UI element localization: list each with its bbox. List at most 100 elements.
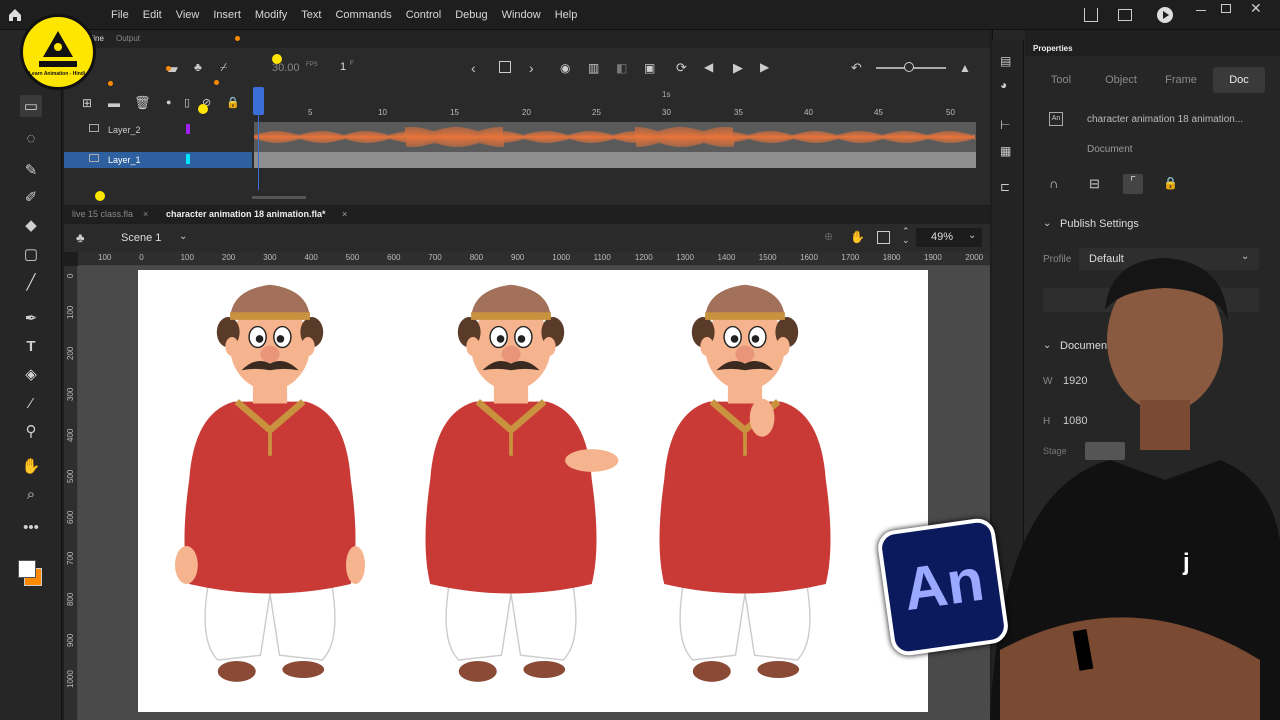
- fit-icon[interactable]: ▲: [959, 61, 971, 75]
- properties-title[interactable]: Properties: [1033, 44, 1073, 53]
- menu-text[interactable]: Text: [294, 9, 328, 21]
- chevron-down-icon: ⌄: [968, 230, 977, 241]
- close-icon[interactable]: ✕: [1250, 0, 1262, 17]
- corner-icon[interactable]: ⌜: [1123, 174, 1143, 194]
- ruler-number: 400: [304, 253, 318, 262]
- doc-tab-inactive[interactable]: live 15 class.fla: [72, 209, 133, 219]
- zoom-slider-handle[interactable]: [904, 62, 914, 72]
- clip-icon[interactable]: [877, 231, 890, 244]
- close-icon[interactable]: ×: [342, 209, 347, 219]
- play-icon[interactable]: ▶: [733, 60, 743, 76]
- align-panel-icon[interactable]: ⊏: [1000, 180, 1010, 194]
- ruler-number: 800: [66, 592, 75, 606]
- stage-canvas[interactable]: [138, 270, 928, 712]
- frame-icon[interactable]: ▣: [644, 61, 655, 75]
- new-layer-icon[interactable]: ⊞: [82, 96, 92, 110]
- onion-skin-icon[interactable]: ◉: [560, 61, 570, 75]
- pin-tool[interactable]: ⚲: [20, 420, 42, 442]
- insert-keyframe-icon[interactable]: [499, 61, 511, 73]
- onion-multi-icon[interactable]: ▥: [588, 61, 599, 75]
- eyedropper-tool[interactable]: ⁄: [20, 392, 42, 414]
- highlight-icon[interactable]: ●: [166, 97, 171, 107]
- share-icon[interactable]: [1084, 8, 1098, 22]
- zoom-stepper[interactable]: ⌃ ⌄: [902, 227, 910, 245]
- align-icon[interactable]: ⊟: [1089, 176, 1100, 192]
- hand-icon[interactable]: ✋: [850, 230, 865, 244]
- prev-keyframe-icon[interactable]: ‹: [471, 60, 476, 76]
- paint-bucket-tool[interactable]: ◈: [20, 363, 42, 385]
- lock-icon[interactable]: 🔒: [226, 96, 240, 109]
- delete-layer-icon[interactable]: 🗑: [134, 95, 151, 111]
- layer-name[interactable]: Layer_1: [108, 155, 141, 165]
- menu-control[interactable]: Control: [399, 9, 448, 21]
- workspace-icon[interactable]: [1118, 9, 1132, 21]
- tab-doc[interactable]: Doc: [1213, 67, 1265, 93]
- menu-window[interactable]: Window: [495, 9, 548, 21]
- layer-row-1[interactable]: Layer_1: [64, 152, 252, 168]
- menu-help[interactable]: Help: [548, 9, 585, 21]
- test-movie-icon[interactable]: [1157, 7, 1173, 23]
- edit-multiple-icon[interactable]: ◧: [616, 61, 627, 75]
- eraser-tool[interactable]: ◆: [20, 214, 42, 236]
- close-icon[interactable]: ×: [143, 209, 148, 219]
- chevron-down-icon[interactable]: ⌄: [179, 231, 187, 242]
- snap-icon[interactable]: ∩: [1049, 176, 1058, 191]
- home-icon[interactable]: [7, 7, 23, 23]
- more-tools-icon[interactable]: •••: [20, 516, 42, 538]
- character-artwork[interactable]: [138, 270, 928, 712]
- brush-tool[interactable]: ✎: [20, 159, 42, 181]
- fill-color-swatch[interactable]: [18, 560, 36, 578]
- layer-icon: [89, 154, 99, 162]
- menu-edit[interactable]: Edit: [136, 9, 169, 21]
- menu-modify[interactable]: Modify: [248, 9, 294, 21]
- center-stage-icon[interactable]: ⊕: [824, 230, 833, 243]
- transform-icon[interactable]: ▦: [1000, 144, 1011, 158]
- line-tool[interactable]: ╱: [20, 271, 42, 293]
- scene-name[interactable]: Scene 1: [121, 232, 161, 244]
- outline-icon[interactable]: ▯: [184, 96, 190, 109]
- step-back-icon[interactable]: ◀: [704, 60, 713, 74]
- tab-output[interactable]: Output: [116, 34, 140, 43]
- graph-icon[interactable]: ⌿: [220, 60, 227, 75]
- rectangle-tool[interactable]: ▢: [20, 243, 42, 265]
- frame-value[interactable]: 1: [340, 61, 346, 73]
- color-icon[interactable]: ◕: [1000, 78, 1007, 92]
- chevron-down-icon[interactable]: ⌄: [1043, 218, 1051, 229]
- loop-icon[interactable]: ⟳: [676, 60, 687, 76]
- menu-view[interactable]: View: [169, 9, 207, 21]
- tab-tool[interactable]: Tool: [1035, 67, 1087, 93]
- undo-icon[interactable]: ↶: [851, 60, 862, 76]
- zoom-field[interactable]: 49% ⌄: [916, 228, 982, 247]
- layer-2-frames[interactable]: [254, 122, 976, 152]
- motion-editor-icon[interactable]: ⊢: [1000, 118, 1010, 132]
- minimize-icon[interactable]: [1196, 10, 1206, 11]
- paint-brush-tool[interactable]: ✐: [20, 186, 42, 208]
- selection-tool[interactable]: ▭: [20, 95, 42, 117]
- new-folder-icon[interactable]: ▬: [108, 96, 120, 110]
- layer-depth-icon[interactable]: ♣: [194, 60, 202, 74]
- layer-row-2[interactable]: Layer_2: [64, 122, 252, 138]
- zoom-tool[interactable]: ⌕: [20, 483, 42, 505]
- menu-insert[interactable]: Insert: [206, 9, 248, 21]
- lock-icon[interactable]: 🔒: [1163, 176, 1178, 190]
- library-icon[interactable]: ▤: [1000, 54, 1011, 68]
- menu-debug[interactable]: Debug: [448, 9, 494, 21]
- lasso-tool[interactable]: ◌: [20, 127, 42, 149]
- next-keyframe-icon[interactable]: ›: [529, 60, 534, 76]
- doc-tab-active[interactable]: character animation 18 animation.fla*: [166, 209, 326, 219]
- step-forward-icon[interactable]: ▶: [760, 60, 769, 74]
- text-tool[interactable]: T: [20, 335, 42, 357]
- playhead[interactable]: [253, 87, 264, 115]
- publish-settings-header[interactable]: Publish Settings: [1060, 218, 1139, 230]
- timeline-scrollbar[interactable]: [252, 196, 306, 199]
- restore-icon[interactable]: [1221, 4, 1231, 13]
- pen-tool[interactable]: ✒: [20, 307, 42, 329]
- hand-tool[interactable]: ✋: [20, 455, 42, 477]
- frame-ruler[interactable]: 1s 5 10 15 20 25 30 35 40 45 50: [254, 90, 976, 120]
- menu-commands[interactable]: Commands: [328, 9, 398, 21]
- layer-1-frames[interactable]: [254, 152, 976, 168]
- layer-name[interactable]: Layer_2: [108, 125, 141, 135]
- tab-frame[interactable]: Frame: [1155, 67, 1207, 93]
- tab-object[interactable]: Object: [1095, 67, 1147, 93]
- menu-file[interactable]: File: [104, 9, 136, 21]
